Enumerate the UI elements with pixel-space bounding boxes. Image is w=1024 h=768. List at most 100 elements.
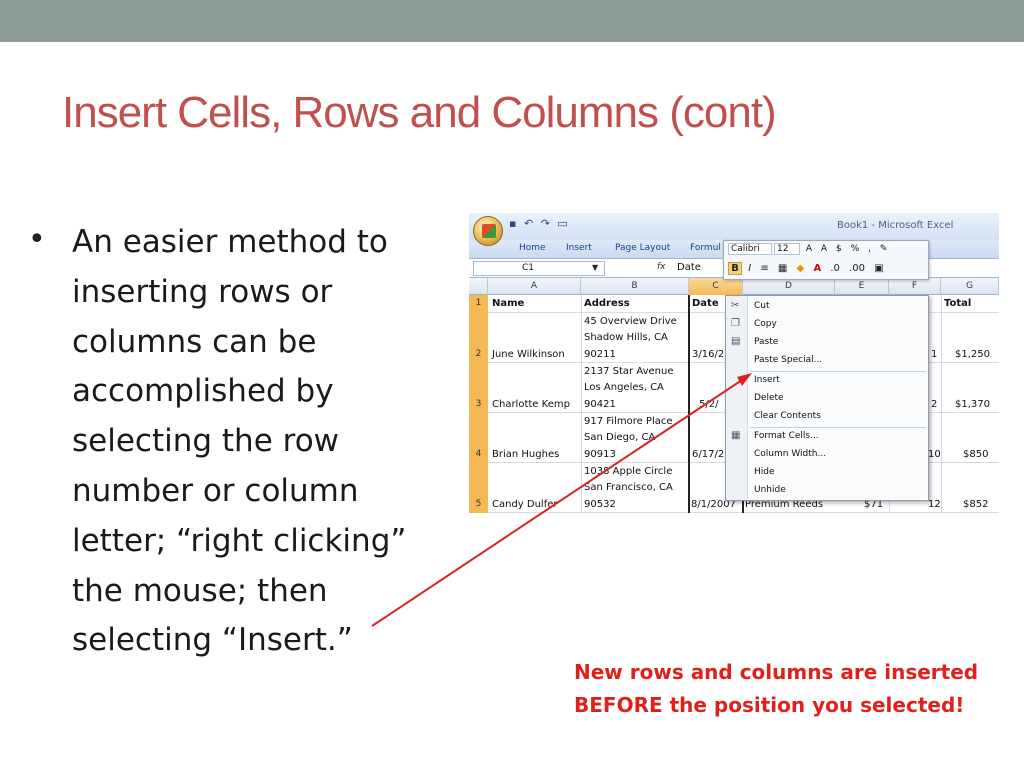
bold-button[interactable]: B bbox=[728, 262, 742, 275]
format-painter-icon[interactable]: ✎ bbox=[880, 244, 888, 254]
currency-icon[interactable]: $ bbox=[836, 244, 842, 254]
shrink-font-icon[interactable]: A bbox=[821, 244, 827, 254]
table-row-f[interactable]: 1 bbox=[931, 349, 937, 360]
table-row-total[interactable]: $850 bbox=[963, 449, 988, 460]
table-row-date[interactable]: 5/2/ bbox=[699, 399, 718, 410]
select-all-corner[interactable] bbox=[469, 278, 488, 295]
redo-icon[interactable]: ↷ bbox=[541, 217, 550, 230]
comma-icon[interactable]: , bbox=[868, 244, 871, 254]
column-header-f[interactable]: F bbox=[889, 278, 941, 295]
borders-icon[interactable]: ▦ bbox=[778, 263, 787, 274]
table-row-name[interactable]: Charlotte Kemp bbox=[492, 399, 570, 410]
table-row-total[interactable]: $1,370 bbox=[955, 399, 990, 410]
context-menu-format-cells[interactable]: Format Cells... bbox=[754, 431, 819, 441]
name-box-value: C1 bbox=[522, 263, 535, 273]
note-line: New rows and columns are inserted bbox=[574, 660, 979, 684]
font-color-icon[interactable]: A bbox=[813, 263, 821, 274]
table-row-address-line[interactable]: 45 Overview Drive bbox=[584, 316, 677, 327]
context-menu-unhide[interactable]: Unhide bbox=[754, 485, 786, 495]
table-row-address-line[interactable]: 917 Filmore Place bbox=[584, 416, 673, 427]
table-row-f[interactable]: 10 bbox=[928, 449, 941, 460]
column-header-d[interactable]: D bbox=[743, 278, 835, 295]
column-header-c[interactable]: C bbox=[689, 278, 743, 295]
table-row-address-line[interactable]: 90211 bbox=[584, 349, 616, 360]
table-row-total[interactable]: $1,250 bbox=[955, 349, 990, 360]
decrease-decimal-icon[interactable]: .00 bbox=[849, 263, 865, 274]
bullet-line: columns can be bbox=[72, 323, 317, 360]
context-menu-delete[interactable]: Delete bbox=[754, 393, 784, 403]
merge-cells-icon[interactable]: ▣ bbox=[874, 263, 883, 274]
percent-icon[interactable]: % bbox=[851, 244, 860, 254]
formula-input[interactable]: Date bbox=[677, 262, 701, 273]
context-menu-paste[interactable]: Paste bbox=[754, 337, 778, 347]
context-menu-column-width[interactable]: Column Width... bbox=[754, 449, 826, 459]
grid-line bbox=[581, 295, 582, 513]
bullet-text: An easier method to inserting rows or co… bbox=[72, 218, 452, 666]
bullet-line: inserting rows or bbox=[72, 273, 333, 310]
italic-button[interactable]: I bbox=[748, 263, 751, 274]
cell-header-address[interactable]: Address bbox=[584, 298, 630, 309]
context-menu-copy[interactable]: Copy bbox=[754, 319, 777, 329]
paste-icon: ▤ bbox=[731, 336, 741, 347]
table-row-f[interactable]: 12 bbox=[928, 499, 941, 510]
row-header-5[interactable]: 5 bbox=[469, 499, 488, 509]
column-header-g[interactable]: G bbox=[941, 278, 999, 295]
table-row-name[interactable]: Candy Dulfer bbox=[492, 499, 558, 510]
table-row-address-line[interactable]: San Diego, CA bbox=[584, 432, 655, 443]
table-row-name[interactable]: June Wilkinson bbox=[492, 349, 565, 360]
row-header-1[interactable]: 1 bbox=[469, 298, 488, 308]
row-header-3[interactable]: 3 bbox=[469, 399, 488, 409]
row-header-2[interactable]: 2 bbox=[469, 349, 488, 359]
table-row-address-line[interactable]: 1038 Apple Circle bbox=[584, 466, 672, 477]
font-name-select[interactable]: Calibri bbox=[728, 243, 772, 255]
table-row-total[interactable]: $852 bbox=[963, 499, 988, 510]
table-row-date[interactable]: 6/17/2 bbox=[692, 449, 724, 460]
font-size-select[interactable]: 12 bbox=[774, 243, 800, 255]
insert-note: New rows and columns are inserted BEFORE… bbox=[574, 656, 978, 722]
quick-access-toolbar: ▪ ↶ ↷ ▭ bbox=[509, 217, 572, 230]
column-headers: A B C D E F G bbox=[469, 278, 999, 295]
cell-header-total[interactable]: Total bbox=[944, 298, 971, 309]
cell-header-name[interactable]: Name bbox=[492, 298, 524, 309]
table-row-address-line[interactable]: San Francisco, CA bbox=[584, 482, 673, 493]
chevron-down-icon[interactable]: ▼ bbox=[592, 263, 598, 272]
table-row-address-line[interactable]: 90421 bbox=[584, 399, 616, 410]
column-header-e[interactable]: E bbox=[835, 278, 889, 295]
align-center-icon[interactable]: ≡ bbox=[760, 263, 768, 274]
increase-decimal-icon[interactable]: .0 bbox=[830, 263, 840, 274]
office-button-icon[interactable] bbox=[473, 216, 503, 246]
context-menu-insert[interactable]: Insert bbox=[754, 375, 780, 385]
open-icon[interactable]: ▭ bbox=[557, 217, 567, 230]
tab-insert[interactable]: Insert bbox=[566, 243, 592, 253]
context-menu-clear-contents[interactable]: Clear Contents bbox=[754, 411, 821, 421]
context-menu-hide[interactable]: Hide bbox=[754, 467, 775, 477]
mini-toolbar: Calibri 12 A A $ % , ✎ B I ≡ ▦ ◆ A .0 .00… bbox=[723, 240, 929, 280]
tab-home[interactable]: Home bbox=[519, 243, 546, 253]
tab-page-layout[interactable]: Page Layout bbox=[615, 243, 670, 253]
table-row-address-line[interactable]: 90913 bbox=[584, 449, 616, 460]
table-row-name[interactable]: Brian Hughes bbox=[492, 449, 559, 460]
context-menu-paste-special[interactable]: Paste Special... bbox=[754, 355, 822, 365]
table-row-date[interactable]: 3/16/2 bbox=[692, 349, 724, 360]
bullet-marker: • bbox=[28, 222, 46, 257]
cell-header-date[interactable]: Date bbox=[692, 298, 719, 309]
name-box[interactable]: C1 ▼ bbox=[473, 261, 605, 276]
fill-color-icon[interactable]: ◆ bbox=[797, 263, 805, 274]
fx-icon[interactable]: fx bbox=[657, 262, 666, 272]
column-header-b[interactable]: B bbox=[581, 278, 689, 295]
bullet-line: number or column bbox=[72, 472, 359, 509]
tab-formulas[interactable]: Formul bbox=[690, 243, 721, 253]
table-row-address-line[interactable]: Los Angeles, CA bbox=[584, 382, 664, 393]
menu-separator bbox=[750, 427, 926, 428]
table-row-f[interactable]: 2 bbox=[931, 399, 937, 410]
table-row-address-line[interactable]: Shadow Hills, CA bbox=[584, 332, 668, 343]
context-menu-cut[interactable]: Cut bbox=[754, 301, 770, 311]
table-row-address-line[interactable]: 2137 Star Avenue bbox=[584, 366, 673, 377]
table-row-address-line[interactable]: 90532 bbox=[584, 499, 616, 510]
grow-font-icon[interactable]: A bbox=[806, 244, 812, 254]
column-header-a[interactable]: A bbox=[488, 278, 581, 295]
undo-icon[interactable]: ↶ bbox=[524, 217, 533, 230]
row-header-4[interactable]: 4 bbox=[469, 449, 488, 459]
menu-separator bbox=[750, 371, 926, 372]
save-icon[interactable]: ▪ bbox=[509, 217, 516, 230]
